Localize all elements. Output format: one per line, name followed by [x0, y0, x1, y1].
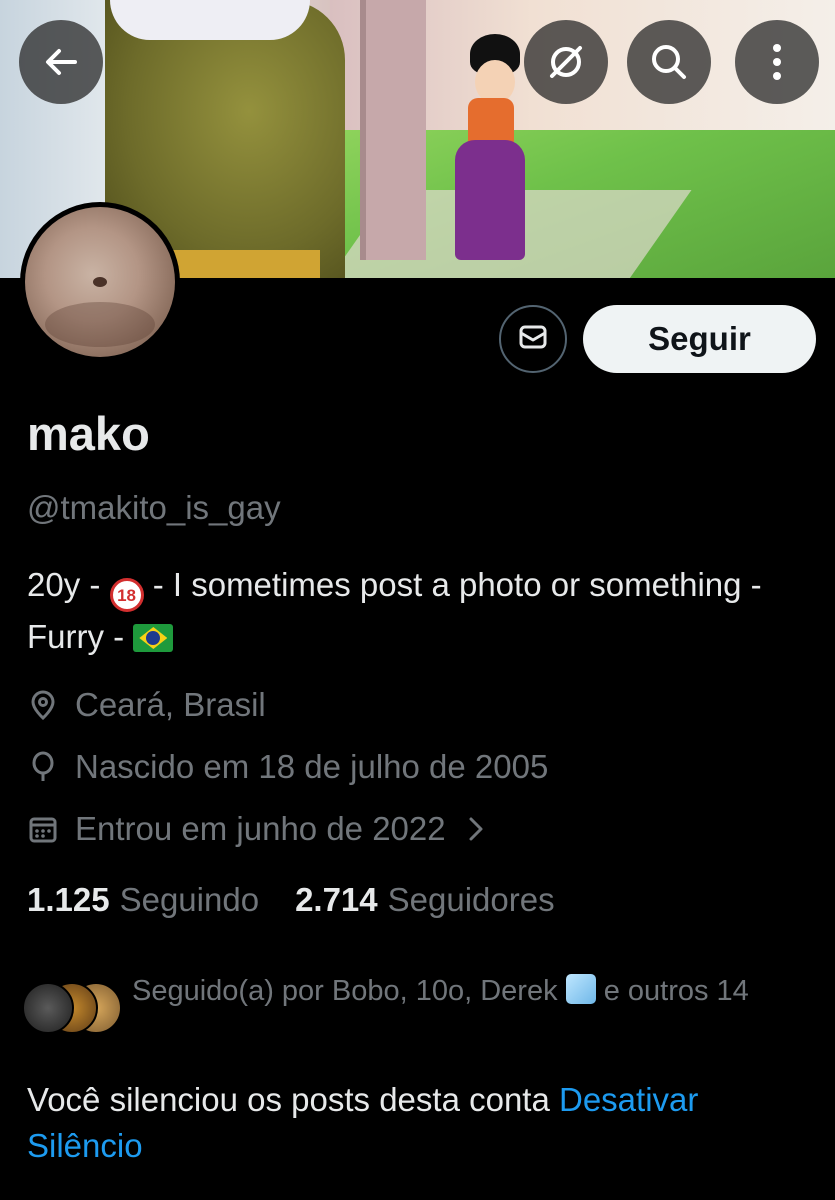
- balloon-icon: [27, 751, 59, 783]
- following-stat[interactable]: 1.125 Seguindo: [27, 881, 259, 919]
- following-count: 1.125: [27, 881, 110, 918]
- avatar[interactable]: [20, 202, 180, 362]
- follow-button[interactable]: Seguir: [583, 305, 816, 373]
- message-button[interactable]: [499, 305, 567, 373]
- envelope-icon: [517, 321, 549, 358]
- banner-art: [360, 0, 426, 260]
- location-pin-icon: [27, 689, 59, 721]
- chevron-right-icon: [468, 816, 484, 842]
- follow-stats: 1.125 Seguindo 2.714 Seguidores: [27, 881, 591, 919]
- more-button[interactable]: [735, 20, 819, 104]
- followed-by-text: Seguido(a) por Bobo, 10o, Derek e outros…: [132, 970, 812, 1012]
- brazil-flag-icon: [133, 624, 174, 652]
- back-button[interactable]: [19, 20, 103, 104]
- display-name: mako: [27, 407, 150, 460]
- banner-art: [455, 140, 525, 260]
- joined-row[interactable]: Entrou em junho de 2022: [27, 810, 484, 848]
- avatar-image: [25, 207, 175, 357]
- followers-stat[interactable]: 2.714 Seguidores: [295, 881, 555, 919]
- location-row: Ceará, Brasil: [27, 686, 266, 724]
- bio-text: 20y -: [27, 566, 110, 603]
- birthday-row: Nascido em 18 de julho de 2005: [27, 748, 548, 786]
- search-icon: [647, 40, 691, 84]
- arrow-left-icon: [41, 42, 81, 82]
- more-vertical-icon: [771, 42, 783, 82]
- grok-button[interactable]: [524, 20, 608, 104]
- handle: @tmakito_is_gay: [27, 489, 281, 526]
- location-text: Ceará, Brasil: [75, 686, 266, 723]
- avatar: [22, 982, 74, 1034]
- followed-by-names: Seguido(a) por Bobo, 10o, Derek: [132, 975, 566, 1007]
- search-button[interactable]: [627, 20, 711, 104]
- followers-count: 2.714: [295, 881, 378, 918]
- adult-badge-icon: 18: [109, 578, 144, 612]
- joined-text: Entrou em junho de 2022: [75, 810, 446, 847]
- muted-notice: Você silenciou os posts desta conta Desa…: [27, 1077, 817, 1169]
- birthday-text: Nascido em 18 de julho de 2005: [75, 748, 549, 785]
- bio: 20y - 18 - I sometimes post a photo or s…: [27, 560, 807, 662]
- ice-cube-icon: [565, 974, 596, 1004]
- followers-label: Seguidores: [387, 881, 555, 918]
- grok-icon: [544, 40, 588, 84]
- banner-art: [110, 0, 310, 40]
- followers-avatars: [22, 982, 122, 1038]
- following-label: Seguindo: [119, 881, 260, 918]
- followed-by-others: e outros 14: [595, 975, 749, 1007]
- calendar-icon: [27, 813, 59, 845]
- muted-text: Você silenciou os posts desta conta: [27, 1081, 559, 1118]
